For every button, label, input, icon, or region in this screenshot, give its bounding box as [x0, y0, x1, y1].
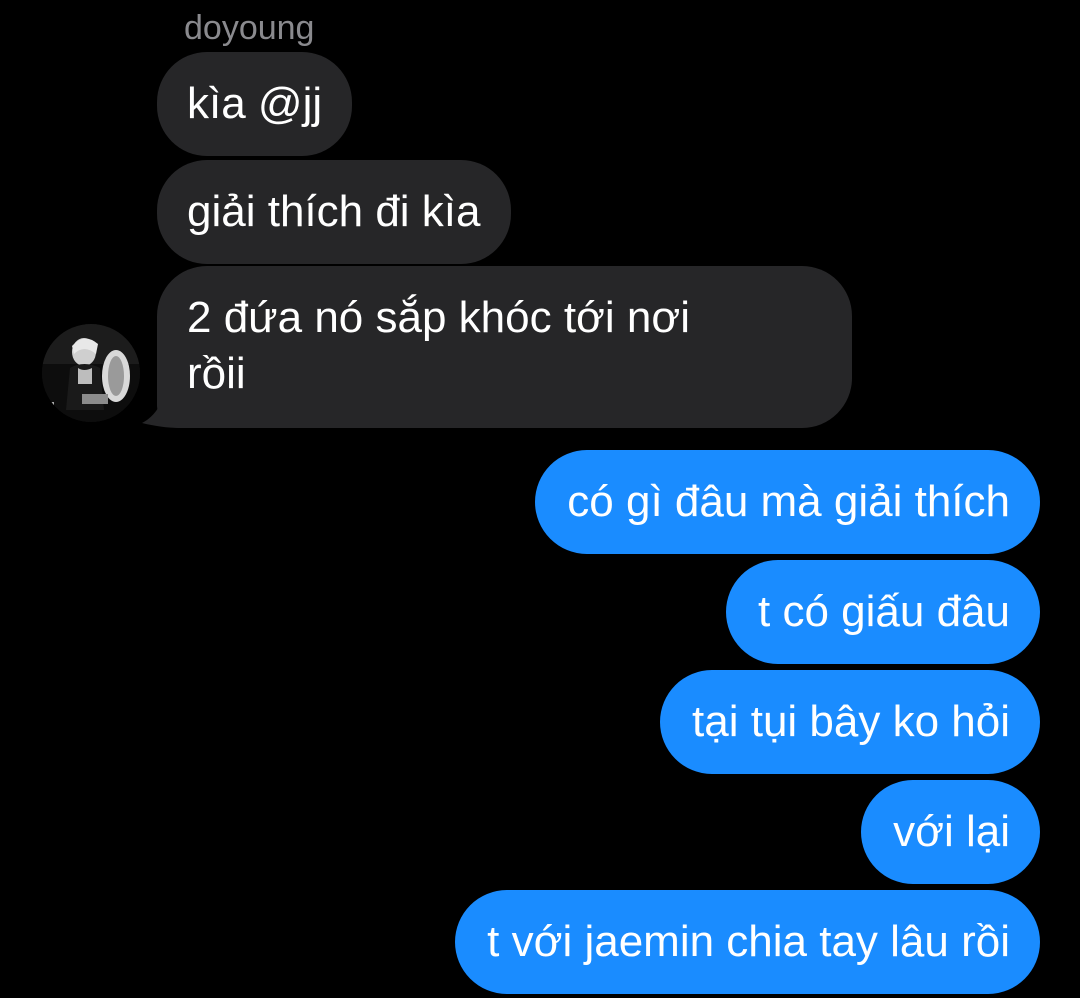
avatar-photo-icon [42, 324, 140, 422]
message-text-line: 2 đứa nó sắp khóc tới nơi [187, 293, 690, 342]
outgoing-message-bubble[interactable]: t có giấu đâu [726, 560, 1040, 664]
outgoing-message-bubble[interactable]: với lại [861, 780, 1040, 884]
incoming-message-bubble[interactable]: kìa @jj [157, 52, 353, 156]
message-text: với lại [893, 807, 1010, 856]
message-text: có gì đâu mà giải thích [567, 477, 1010, 526]
message-text: t có giấu đâu [758, 587, 1010, 636]
message-text: tại tụi bây ko hỏi [692, 697, 1010, 746]
message-text: t với jaemin chia tay lâu rồi [487, 917, 1010, 966]
outgoing-message-bubble[interactable]: t với jaemin chia tay lâu rồi [455, 890, 1040, 994]
incoming-message-bubble[interactable]: 2 đứa nó sắp khóc tới nơi rồii [157, 266, 852, 428]
message-text: kìa @jj [187, 79, 323, 128]
message-text: giải thích đi kìa [187, 187, 481, 236]
outgoing-message-bubble[interactable]: có gì đâu mà giải thích [535, 450, 1040, 554]
bubble-tail-icon [142, 398, 180, 428]
incoming-message-bubble[interactable]: giải thích đi kìa [157, 160, 511, 264]
sender-name: doyoung [184, 9, 315, 47]
sender-avatar[interactable] [42, 324, 140, 422]
outgoing-message-bubble[interactable]: tại tụi bây ko hỏi [660, 670, 1040, 774]
message-text-line: rồii [187, 349, 246, 398]
